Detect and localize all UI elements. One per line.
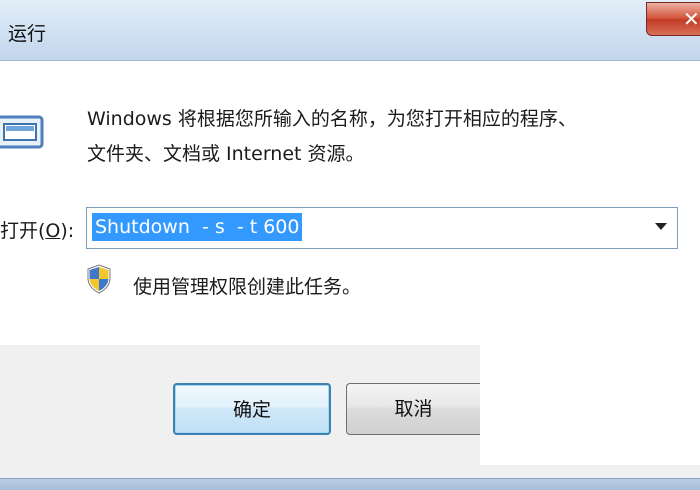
chevron-down-icon[interactable] [655,223,667,230]
cancel-button[interactable]: 取消 [346,383,480,435]
button-area: 确定 取消 [0,345,700,478]
run-dialog: 运行 ✕ Windows 将根据您所输入的名称，为您打开相应的程序、 文件夹、文… [0,0,700,490]
ok-button[interactable]: 确定 [173,383,331,435]
description-line-2: 文件夹、文档或 Internet 资源。 [87,143,365,165]
admin-note: 使用管理权限创建此任务。 [133,276,362,298]
open-label-prefix: 打开( [0,220,46,242]
open-label-hotkey: O [45,220,61,242]
uac-shield-icon [87,264,111,294]
run-window-icon [0,115,44,149]
close-button[interactable]: ✕ [646,2,700,36]
close-icon: ✕ [683,7,700,31]
open-label-suffix: ): [60,220,75,242]
title-bar[interactable]: 运行 ✕ [0,0,700,61]
description-line-1: Windows 将根据您所输入的名称，为您打开相应的程序、 [87,108,577,130]
open-label: 打开(O): [0,216,74,243]
open-input-value[interactable]: Shutdown - s - t 600 [92,213,303,241]
window-title: 运行 [8,23,47,45]
dialog-body: Windows 将根据您所输入的名称，为您打开相应的程序、 文件夹、文档或 In… [0,61,700,345]
open-combobox[interactable]: Shutdown - s - t 600 [86,207,678,249]
window-bottom-frame [0,478,700,490]
background-patch [480,345,700,465]
